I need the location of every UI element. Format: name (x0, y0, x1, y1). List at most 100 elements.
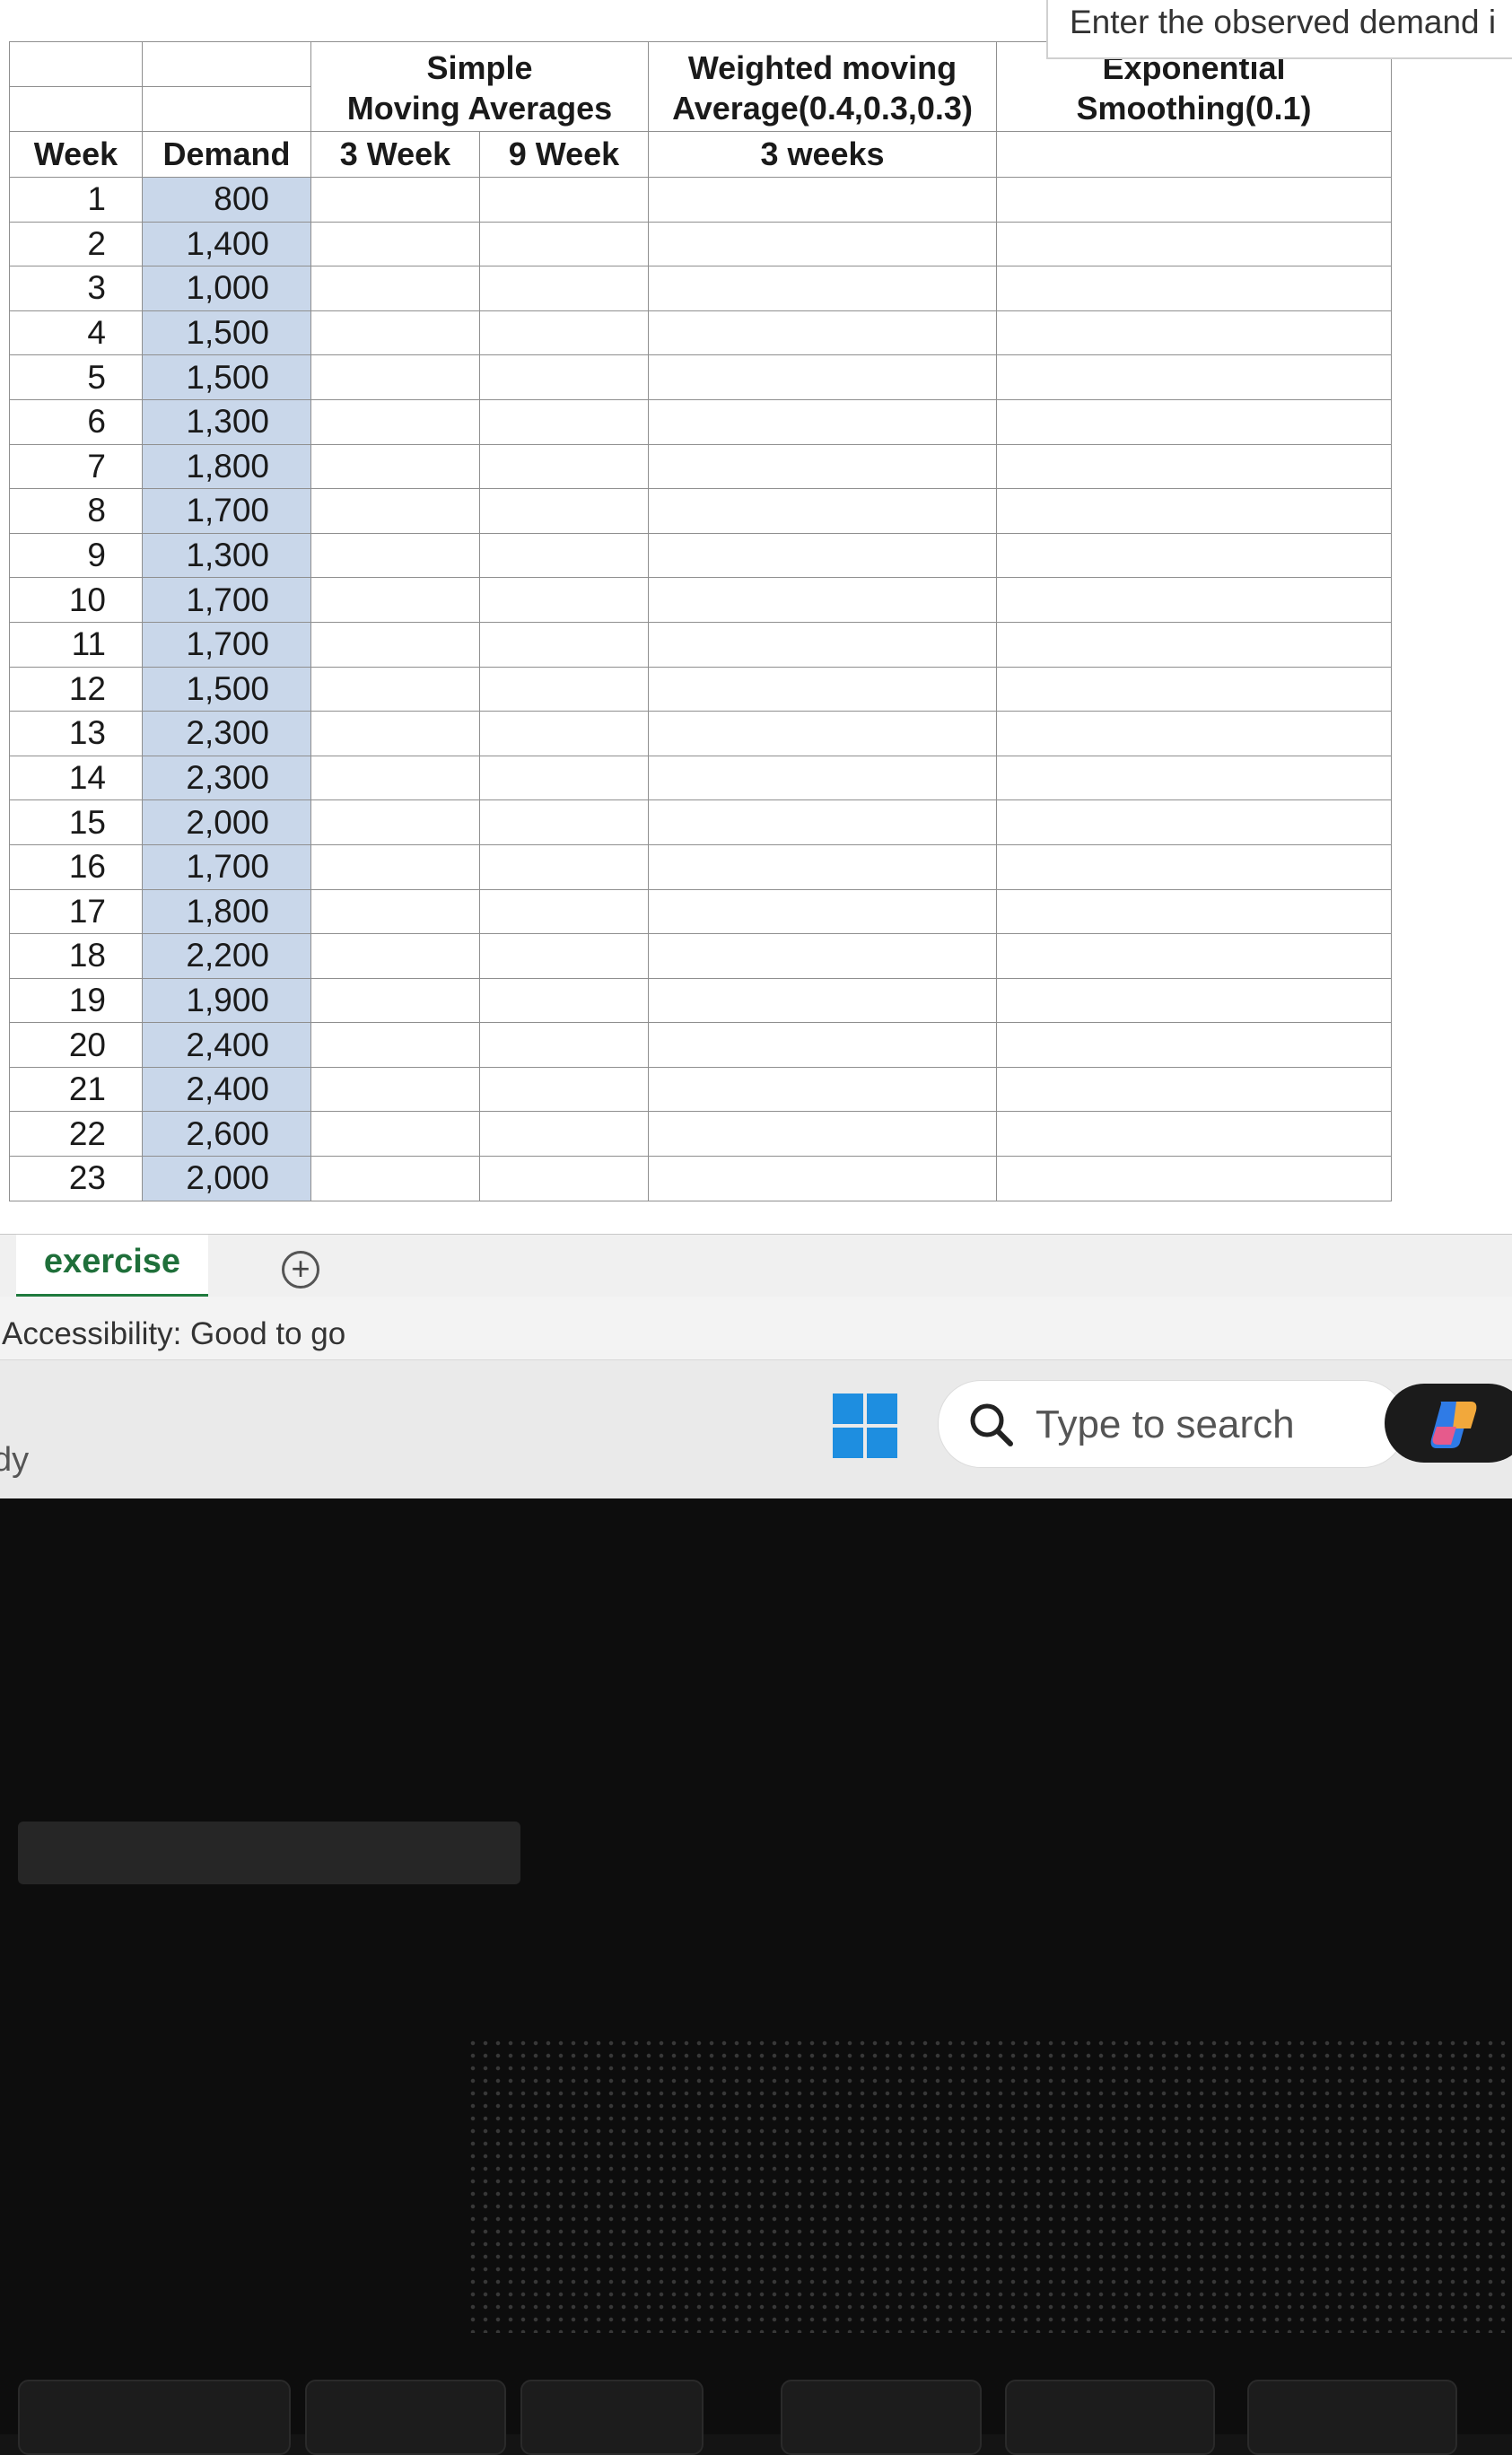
wma-3-weeks-cell[interactable] (648, 621, 997, 668)
wma-3-weeks-cell[interactable] (648, 799, 997, 845)
demand-cell[interactable]: 2,600 (142, 1111, 311, 1158)
sma-3-week-cell[interactable] (310, 1022, 480, 1068)
week-cell[interactable]: 11 (9, 621, 143, 668)
week-cell[interactable]: 16 (9, 843, 143, 890)
sma-3-week-cell[interactable] (310, 221, 480, 267)
wma-3-weeks-cell[interactable] (648, 488, 997, 534)
week-cell[interactable]: 17 (9, 888, 143, 935)
demand-header[interactable]: Demand (142, 131, 311, 178)
sma-9-week-cell[interactable] (479, 666, 649, 712)
accessibility-status[interactable]: Accessibility: Good to go (2, 1316, 345, 1352)
wma-3-weeks-cell[interactable] (648, 354, 997, 400)
exp-smoothing-cell-header[interactable] (996, 131, 1392, 178)
week-cell[interactable]: 10 (9, 577, 143, 623)
sma-9-week-cell[interactable] (479, 177, 649, 223)
exp-smoothing-cell[interactable] (996, 1156, 1392, 1201)
sma-3-week-cell[interactable] (310, 177, 480, 223)
sma-9-week-cell[interactable] (479, 488, 649, 534)
sma-9-week-cell[interactable] (479, 221, 649, 267)
week-cell[interactable]: 9 (9, 532, 143, 579)
wma-3-weeks-cell[interactable] (648, 711, 997, 756)
sma-9-week-cell[interactable] (479, 1111, 649, 1158)
exp-smoothing-cell[interactable] (996, 799, 1392, 845)
demand-cell[interactable]: 1,700 (142, 488, 311, 534)
exp-smoothing-cell[interactable] (996, 1066, 1392, 1113)
taskbar-search-box[interactable]: Type to search (938, 1380, 1406, 1468)
sheet-tab-exercise[interactable]: exercise (16, 1235, 208, 1297)
demand-cell[interactable]: 1,700 (142, 577, 311, 623)
exp-smoothing-cell[interactable] (996, 443, 1392, 490)
wma-3-weeks-cell[interactable] (648, 1022, 997, 1068)
sma-3-week-cell[interactable] (310, 933, 480, 979)
exp-smoothing-cell[interactable] (996, 310, 1392, 356)
week-cell[interactable]: 6 (9, 398, 143, 445)
sma-9-week-cell[interactable] (479, 888, 649, 935)
copilot-button[interactable] (1385, 1384, 1512, 1463)
sma-3-week-cell[interactable] (310, 266, 480, 311)
sma-3-week-cell[interactable] (310, 310, 480, 356)
wma-3-weeks-cell[interactable] (648, 443, 997, 490)
simple-ma-title[interactable]: Simple (310, 41, 649, 87)
sma-3-week-cell[interactable] (310, 1156, 480, 1201)
demand-cell[interactable]: 1,500 (142, 354, 311, 400)
sma-3-week-cell[interactable] (310, 1066, 480, 1113)
wma-3-weeks-cell[interactable] (648, 843, 997, 890)
exp-smoothing-cell[interactable] (996, 888, 1392, 935)
wma-3-weeks-cell[interactable] (648, 933, 997, 979)
demand-cell[interactable]: 2,000 (142, 799, 311, 845)
exp-smoothing-cell[interactable] (996, 666, 1392, 712)
exp-smoothing-cell[interactable] (996, 1022, 1392, 1068)
simple-ma-subtitle[interactable]: Moving Averages (310, 86, 649, 132)
demand-cell[interactable]: 2,300 (142, 755, 311, 801)
exp-smoothing-cell[interactable] (996, 488, 1392, 534)
wma-3-weeks-cell[interactable] (648, 888, 997, 935)
sma-9-week-cell[interactable] (479, 354, 649, 400)
week-cell[interactable]: 4 (9, 310, 143, 356)
wma-3-weeks-header[interactable]: 3 weeks (648, 131, 997, 178)
week-cell[interactable]: 14 (9, 755, 143, 801)
exp-smoothing-cell[interactable] (996, 532, 1392, 579)
header-cell-blank-c[interactable] (9, 86, 143, 132)
week-cell[interactable]: 23 (9, 1156, 143, 1201)
wma-3-weeks-cell[interactable] (648, 577, 997, 623)
sma-9-week-cell[interactable] (479, 310, 649, 356)
sma-9-week-cell[interactable] (479, 843, 649, 890)
exp-smoothing-cell[interactable] (996, 711, 1392, 756)
sma-3-week-cell[interactable] (310, 577, 480, 623)
wma-3-weeks-cell[interactable] (648, 666, 997, 712)
week-cell[interactable]: 5 (9, 354, 143, 400)
demand-cell[interactable]: 1,400 (142, 221, 311, 267)
sma-9-week-header[interactable]: 9 Week (479, 131, 649, 178)
exp-smoothing-cell[interactable] (996, 221, 1392, 267)
demand-cell[interactable]: 1,000 (142, 266, 311, 311)
sma-3-week-cell[interactable] (310, 398, 480, 445)
week-cell[interactable]: 15 (9, 799, 143, 845)
exp-smoothing-cell[interactable] (996, 933, 1392, 979)
week-cell[interactable]: 1 (9, 177, 143, 223)
sma-3-week-cell[interactable] (310, 755, 480, 801)
weighted-ma-subtitle[interactable]: Average(0.4,0.3,0.3) (648, 86, 997, 132)
exp-smoothing-cell[interactable] (996, 354, 1392, 400)
exp-smoothing-cell[interactable] (996, 177, 1392, 223)
sma-9-week-cell[interactable] (479, 532, 649, 579)
wma-3-weeks-cell[interactable] (648, 1066, 997, 1113)
sma-3-week-cell[interactable] (310, 843, 480, 890)
sma-9-week-cell[interactable] (479, 755, 649, 801)
demand-cell[interactable]: 1,700 (142, 843, 311, 890)
sma-9-week-cell[interactable] (479, 443, 649, 490)
wma-3-weeks-cell[interactable] (648, 177, 997, 223)
demand-cell[interactable]: 1,500 (142, 310, 311, 356)
demand-cell[interactable]: 1,300 (142, 398, 311, 445)
windows-start-icon[interactable] (833, 1393, 899, 1460)
wma-3-weeks-cell[interactable] (648, 1111, 997, 1158)
sma-3-week-cell[interactable] (310, 1111, 480, 1158)
wma-3-weeks-cell[interactable] (648, 1156, 997, 1201)
exp-smoothing-cell[interactable] (996, 577, 1392, 623)
exp-smoothing-cell[interactable] (996, 977, 1392, 1024)
header-cell-blank-a[interactable] (9, 41, 143, 87)
exp-smoothing-cell[interactable] (996, 843, 1392, 890)
wma-3-weeks-cell[interactable] (648, 221, 997, 267)
exp-smoothing-cell[interactable] (996, 755, 1392, 801)
exp-smoothing-cell[interactable] (996, 1111, 1392, 1158)
sma-3-week-cell[interactable] (310, 488, 480, 534)
